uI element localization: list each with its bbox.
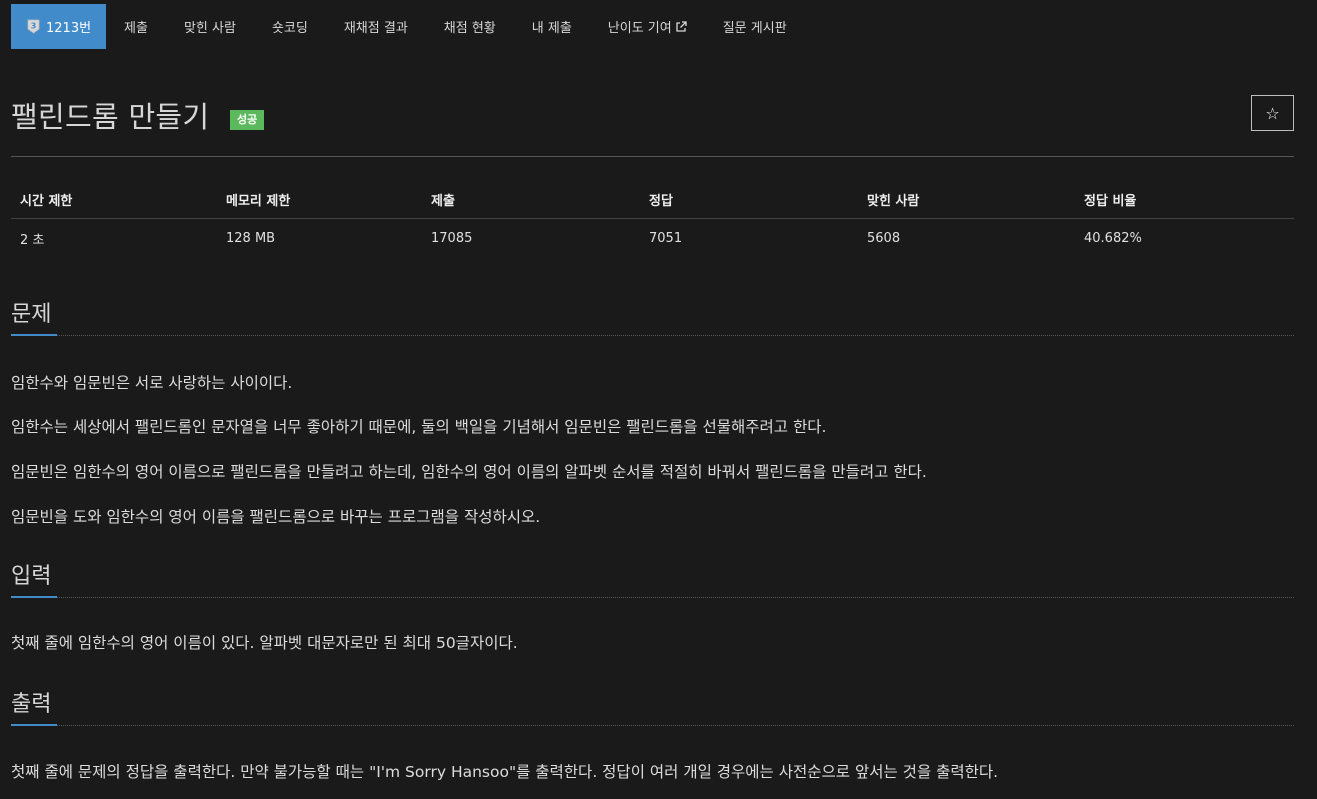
nav-solved-users[interactable]: 맞힌 사람 [166, 4, 254, 49]
section-accent-bar [11, 724, 57, 726]
header-accepted: 정답 [640, 180, 858, 219]
value-memory-limit: 128 MB [226, 231, 276, 246]
description-paragraph: 임한수는 세상에서 팰린드롬인 문자열을 너무 좋아하기 때문에, 둘의 백일을… [11, 418, 827, 436]
star-icon: ☆ [1265, 103, 1280, 123]
value-solved-users: 5608 [867, 231, 901, 246]
input-paragraph: 첫째 줄에 임한수의 영어 이름이 있다. 알파벳 대문자로만 된 최대 50글… [11, 634, 518, 652]
tier-badge-icon: 3 [27, 19, 40, 34]
header-submissions: 제출 [422, 180, 640, 219]
output-title: 출력 [11, 692, 52, 717]
header-accept-ratio: 정답 비율 [1075, 180, 1294, 219]
description-paragraph: 임문빈은 임한수의 영어 이름으로 팰린드롬을 만들려고 하는데, 임한수의 영… [11, 463, 927, 481]
section-divider [11, 596, 1294, 598]
nav-status[interactable]: 채점 현황 [426, 4, 514, 49]
nav-my-submissions[interactable]: 내 제출 [514, 4, 590, 49]
nav-problem-number[interactable]: 3 1213번 [11, 4, 107, 49]
header-memory-limit: 메모리 제한 [217, 180, 422, 219]
problem-title-row: 팰린드롬 만들기 성공 ☆ [11, 94, 1294, 134]
svg-text:3: 3 [31, 22, 37, 31]
info-header-row: 시간 제한 메모리 제한 제출 정답 맞힌 사람 정답 비율 [11, 180, 1294, 219]
description-section-header: 문제 [11, 296, 1294, 336]
problem-menu: 3 1213번 제출 맞힌 사람 숏코딩 재채점 결과 채점 현황 내 제출 난… [11, 4, 805, 49]
value-time-limit: 2 초 [20, 233, 45, 248]
input-section-header: 입력 [11, 558, 1294, 598]
problem-title: 팰린드롬 만들기 [11, 100, 210, 134]
header-time-limit: 시간 제한 [11, 180, 217, 219]
problem-page: 3 1213번 제출 맞힌 사람 숏코딩 재채점 결과 채점 현황 내 제출 난… [0, 0, 1317, 799]
nav-question-board[interactable]: 질문 게시판 [705, 4, 805, 49]
description-title: 문제 [11, 302, 52, 327]
description-paragraph: 임한수와 임문빈은 서로 사랑하는 사이이다. [11, 374, 293, 392]
nav-rejudge-results[interactable]: 재채점 결과 [326, 4, 426, 49]
value-accept-ratio: 40.682% [1084, 231, 1142, 246]
title-divider [11, 156, 1294, 157]
favorite-star-button[interactable]: ☆ [1251, 95, 1294, 131]
nav-short-coding[interactable]: 숏코딩 [254, 4, 326, 49]
result-badge: 성공 [230, 110, 265, 130]
output-paragraph: 첫째 줄에 문제의 정답을 출력한다. 만약 불가능할 때는 "I'm Sorr… [11, 763, 999, 781]
output-section-header: 출력 [11, 686, 1294, 726]
external-link-icon [675, 20, 687, 33]
section-accent-bar [11, 596, 57, 598]
problem-info-table: 시간 제한 메모리 제한 제출 정답 맞힌 사람 정답 비율 2 초 128 M… [11, 180, 1294, 258]
section-divider [11, 334, 1294, 336]
description-paragraph: 임문빈을 도와 임한수의 영어 이름을 팰린드롬으로 바꾸는 프로그램을 작성하… [11, 508, 541, 526]
section-divider [11, 724, 1294, 726]
header-solved-users: 맞힌 사람 [858, 180, 1075, 219]
input-title: 입력 [11, 564, 52, 589]
value-accepted: 7051 [649, 231, 683, 246]
section-accent-bar [11, 334, 57, 336]
value-submissions: 17085 [431, 231, 473, 246]
nav-problem-number-label: 1213번 [46, 21, 92, 36]
nav-submit[interactable]: 제출 [106, 4, 166, 49]
nav-difficulty-contribution[interactable]: 난이도 기여 [590, 4, 705, 49]
info-value-row: 2 초 128 MB 17085 7051 5608 40.682% [11, 219, 1294, 259]
